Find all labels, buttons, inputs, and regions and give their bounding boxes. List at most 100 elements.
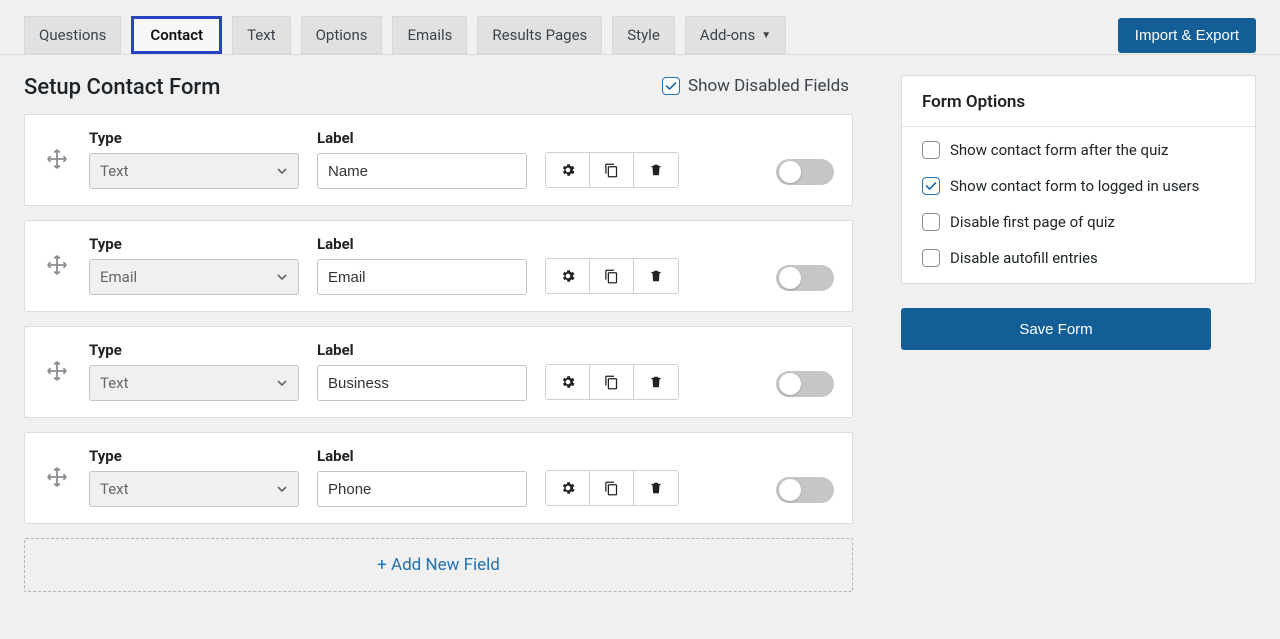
field-actions: [545, 152, 679, 188]
move-icon[interactable]: [43, 254, 71, 276]
tab-addons[interactable]: Add-ons ▼: [685, 16, 786, 54]
label-header: Label: [317, 341, 527, 359]
option-show-logged-in[interactable]: Show contact form to logged in users: [922, 177, 1235, 195]
tab-emails[interactable]: Emails: [392, 16, 467, 54]
duplicate-button[interactable]: [590, 365, 634, 399]
field-enabled-toggle[interactable]: [776, 477, 834, 503]
form-options-panel: Form Options Show contact form after the…: [901, 75, 1256, 284]
option-label: Show contact form after the quiz: [950, 141, 1168, 159]
tab-text[interactable]: Text: [232, 16, 291, 54]
gear-icon: [560, 480, 576, 496]
label-header: Label: [317, 129, 527, 147]
checkbox[interactable]: [922, 141, 940, 159]
label-header: Label: [317, 235, 527, 253]
tab-options-label: Options: [316, 26, 368, 44]
add-new-field-button[interactable]: + Add New Field: [24, 538, 853, 592]
checkbox[interactable]: [922, 249, 940, 267]
import-export-button[interactable]: Import & Export: [1118, 18, 1256, 53]
move-icon[interactable]: [43, 466, 71, 488]
gear-icon: [560, 162, 576, 178]
option-label: Show contact form to logged in users: [950, 177, 1199, 195]
save-form-button[interactable]: Save Form: [901, 308, 1211, 350]
field-enabled-toggle[interactable]: [776, 265, 834, 291]
chevron-down-icon: [276, 271, 288, 283]
label-input[interactable]: [317, 365, 527, 401]
field-enabled-toggle[interactable]: [776, 159, 834, 185]
tab-emails-label: Emails: [407, 26, 452, 44]
tab-questions-label: Questions: [39, 26, 106, 44]
copy-icon: [604, 481, 619, 496]
trash-icon: [649, 162, 663, 178]
label-header: Label: [317, 447, 527, 465]
delete-button[interactable]: [634, 365, 678, 399]
field-actions: [545, 258, 679, 294]
type-header: Type: [89, 235, 299, 253]
duplicate-button[interactable]: [590, 471, 634, 505]
tab-addons-label: Add-ons: [700, 26, 755, 44]
checkbox[interactable]: [922, 213, 940, 231]
option-label: Disable first page of quiz: [950, 213, 1115, 231]
type-header: Type: [89, 447, 299, 465]
type-select[interactable]: Text: [89, 365, 299, 401]
field-row: Type Text Label: [24, 432, 853, 524]
settings-button[interactable]: [546, 365, 590, 399]
copy-icon: [604, 269, 619, 284]
gear-icon: [560, 268, 576, 284]
type-header: Type: [89, 129, 299, 147]
gear-icon: [560, 374, 576, 390]
type-select-value: Text: [100, 374, 129, 392]
type-select[interactable]: Email: [89, 259, 299, 295]
delete-button[interactable]: [634, 259, 678, 293]
type-select[interactable]: Text: [89, 471, 299, 507]
field-row: Type Text Label: [24, 326, 853, 418]
delete-button[interactable]: [634, 153, 678, 187]
duplicate-button[interactable]: [590, 153, 634, 187]
tab-results-pages-label: Results Pages: [492, 26, 587, 44]
duplicate-button[interactable]: [590, 259, 634, 293]
type-select[interactable]: Text: [89, 153, 299, 189]
type-select-value: Text: [100, 162, 129, 180]
label-input[interactable]: [317, 153, 527, 189]
move-icon[interactable]: [43, 148, 71, 170]
field-row: Type Email Label: [24, 220, 853, 312]
chevron-down-icon: [276, 377, 288, 389]
settings-button[interactable]: [546, 471, 590, 505]
tab-results-pages[interactable]: Results Pages: [477, 16, 602, 54]
panel-title: Form Options: [902, 76, 1255, 127]
tabs-bar: Questions Contact Text Options Emails Re…: [0, 0, 1280, 55]
trash-icon: [649, 480, 663, 496]
settings-button[interactable]: [546, 259, 590, 293]
settings-button[interactable]: [546, 153, 590, 187]
show-disabled-label: Show Disabled Fields: [688, 76, 849, 96]
option-disable-first-page[interactable]: Disable first page of quiz: [922, 213, 1235, 231]
checkbox[interactable]: [922, 177, 940, 195]
field-row: Type Text Label: [24, 114, 853, 206]
field-actions: [545, 470, 679, 506]
tabs: Questions Contact Text Options Emails Re…: [24, 16, 1108, 54]
chevron-down-icon: ▼: [761, 30, 771, 41]
field-actions: [545, 364, 679, 400]
option-label: Disable autofill entries: [950, 249, 1098, 267]
label-input[interactable]: [317, 259, 527, 295]
field-enabled-toggle[interactable]: [776, 371, 834, 397]
type-select-value: Text: [100, 480, 129, 498]
chevron-down-icon: [276, 483, 288, 495]
tab-contact[interactable]: Contact: [131, 16, 222, 54]
type-select-value: Email: [100, 268, 137, 286]
option-disable-autofill[interactable]: Disable autofill entries: [922, 249, 1235, 267]
tab-style[interactable]: Style: [612, 16, 675, 54]
copy-icon: [604, 163, 619, 178]
chevron-down-icon: [276, 165, 288, 177]
delete-button[interactable]: [634, 471, 678, 505]
tab-options[interactable]: Options: [301, 16, 383, 54]
show-disabled-checkbox[interactable]: [662, 77, 680, 95]
label-input[interactable]: [317, 471, 527, 507]
add-new-field-label: + Add New Field: [377, 555, 500, 575]
type-header: Type: [89, 341, 299, 359]
option-show-after-quiz[interactable]: Show contact form after the quiz: [922, 141, 1235, 159]
move-icon[interactable]: [43, 360, 71, 382]
copy-icon: [604, 375, 619, 390]
tab-text-label: Text: [247, 26, 276, 44]
trash-icon: [649, 268, 663, 284]
tab-questions[interactable]: Questions: [24, 16, 121, 54]
